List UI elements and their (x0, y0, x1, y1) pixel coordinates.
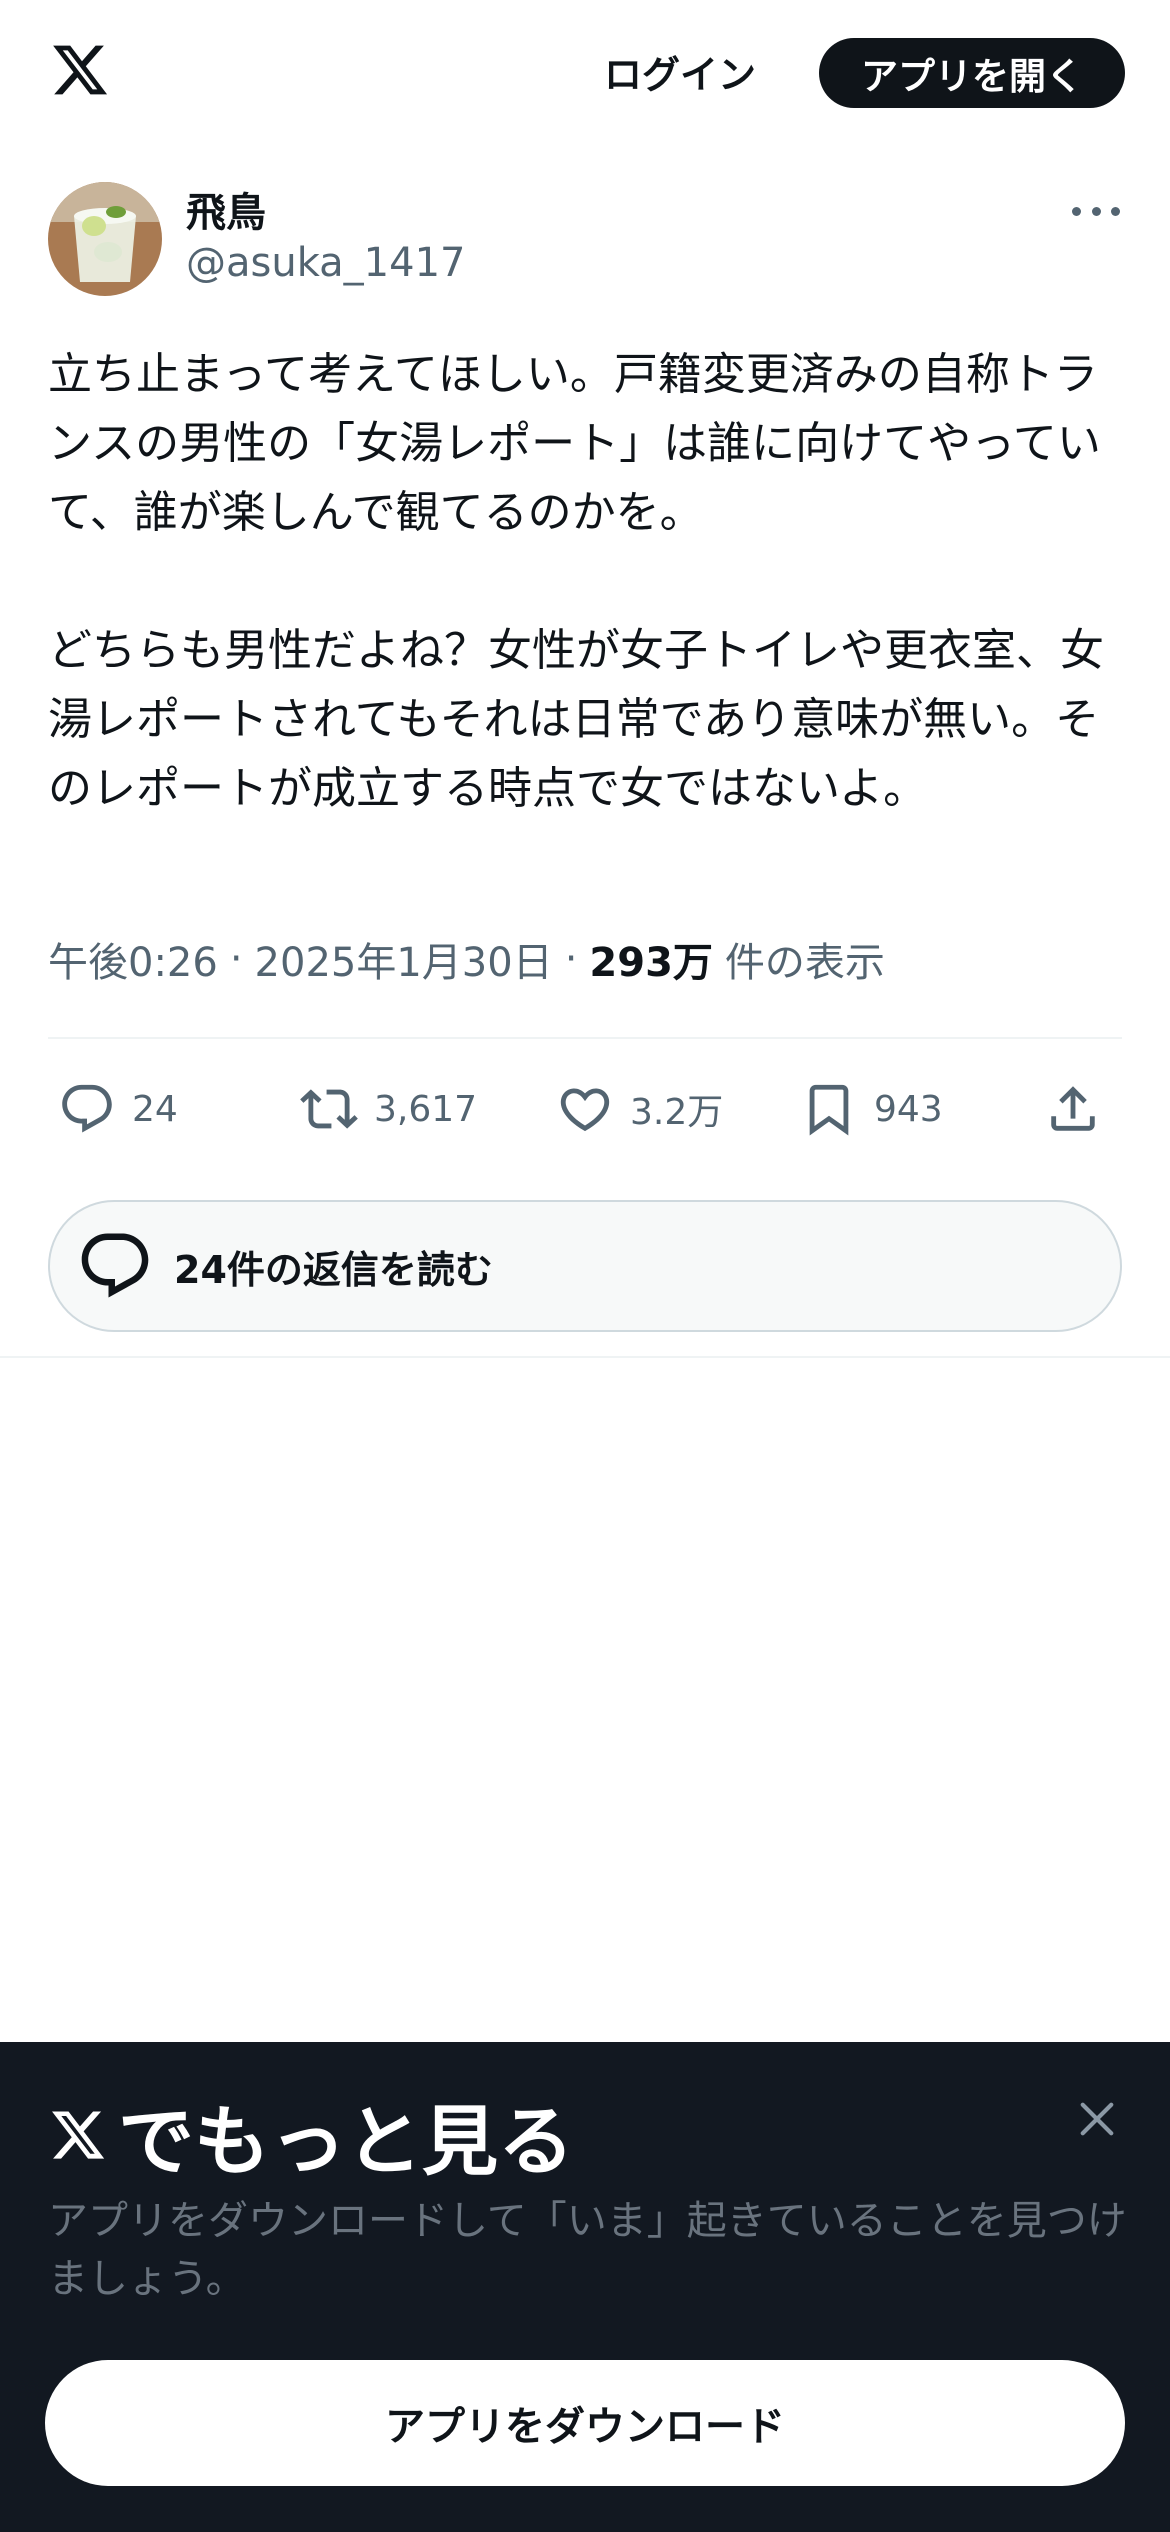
retweet-icon (300, 1089, 358, 1129)
like-icon (560, 1088, 610, 1132)
x-logo-icon (52, 2111, 105, 2159)
tweet-date[interactable]: 2025年1月30日 (255, 930, 553, 988)
divider (48, 1037, 1122, 1039)
more-dot (1091, 206, 1101, 216)
reply-button[interactable]: 24 (58, 1072, 178, 1146)
download-app-button[interactable]: アプリをダウンロード (45, 2360, 1125, 2486)
read-replies-button[interactable]: 24件の返信を読む (48, 1200, 1122, 1332)
more-dot (1111, 206, 1120, 216)
bookmark-count: 943 (874, 1088, 943, 1130)
retweet-count: 3,617 (374, 1088, 478, 1130)
x-logo-icon[interactable] (48, 40, 112, 100)
open-app-button[interactable]: アプリを開く (819, 38, 1125, 108)
avatar-drink-photo (48, 182, 162, 296)
divider (0, 1356, 1170, 1358)
tweet-text: 立ち止まって考えてほしい。戸籍変更済みの自称トランスの男性の「女湯レポート」は誰… (48, 349, 1104, 814)
banner-title: でもっと見る (48, 2080, 574, 2190)
views-label: 件の表示 (724, 940, 885, 986)
read-replies-label: 24件の返信を読む (174, 1247, 493, 1292)
reply-icon (62, 1084, 112, 1133)
banner-subtitle: アプリをダウンロードして「いま」起きていることを見つけましょう。 (48, 2198, 1127, 2302)
reply-bubble-icon (81, 1233, 149, 1298)
more-icon[interactable] (1072, 196, 1120, 226)
retweet-button[interactable]: 3,617 (300, 1072, 477, 1146)
login-link[interactable]: ログイン (585, 38, 775, 104)
more-dot (1072, 206, 1081, 216)
like-button[interactable]: 3.2万 (556, 1072, 723, 1146)
tweet-time[interactable]: 午後0:26 (48, 930, 218, 988)
banner-title-text: でもっと見る (118, 2097, 574, 2186)
author-name[interactable]: 飛鳥 (186, 180, 266, 238)
share-icon (1051, 1086, 1095, 1131)
avatar[interactable] (48, 182, 162, 296)
tweet-meta: 午後0:26 · 2025年1月30日 · 293万 件の表示 (48, 930, 885, 988)
close-icon[interactable] (1078, 2100, 1116, 2138)
views-count: 293万 (589, 940, 713, 986)
top-bar: ログイン アプリを開く (0, 0, 1170, 150)
meta-separator: · (564, 936, 578, 982)
reply-count: 24 (132, 1088, 178, 1130)
bookmark-icon (809, 1084, 849, 1136)
action-bar: 24 3,617 3.2万 943 (48, 1072, 1128, 1146)
bookmark-button[interactable]: 943 (800, 1072, 943, 1146)
meta-separator: · (229, 936, 243, 982)
like-count: 3.2万 (630, 1092, 724, 1133)
share-button[interactable] (1044, 1072, 1118, 1146)
author-handle[interactable]: @asuka_1417 (186, 240, 465, 286)
